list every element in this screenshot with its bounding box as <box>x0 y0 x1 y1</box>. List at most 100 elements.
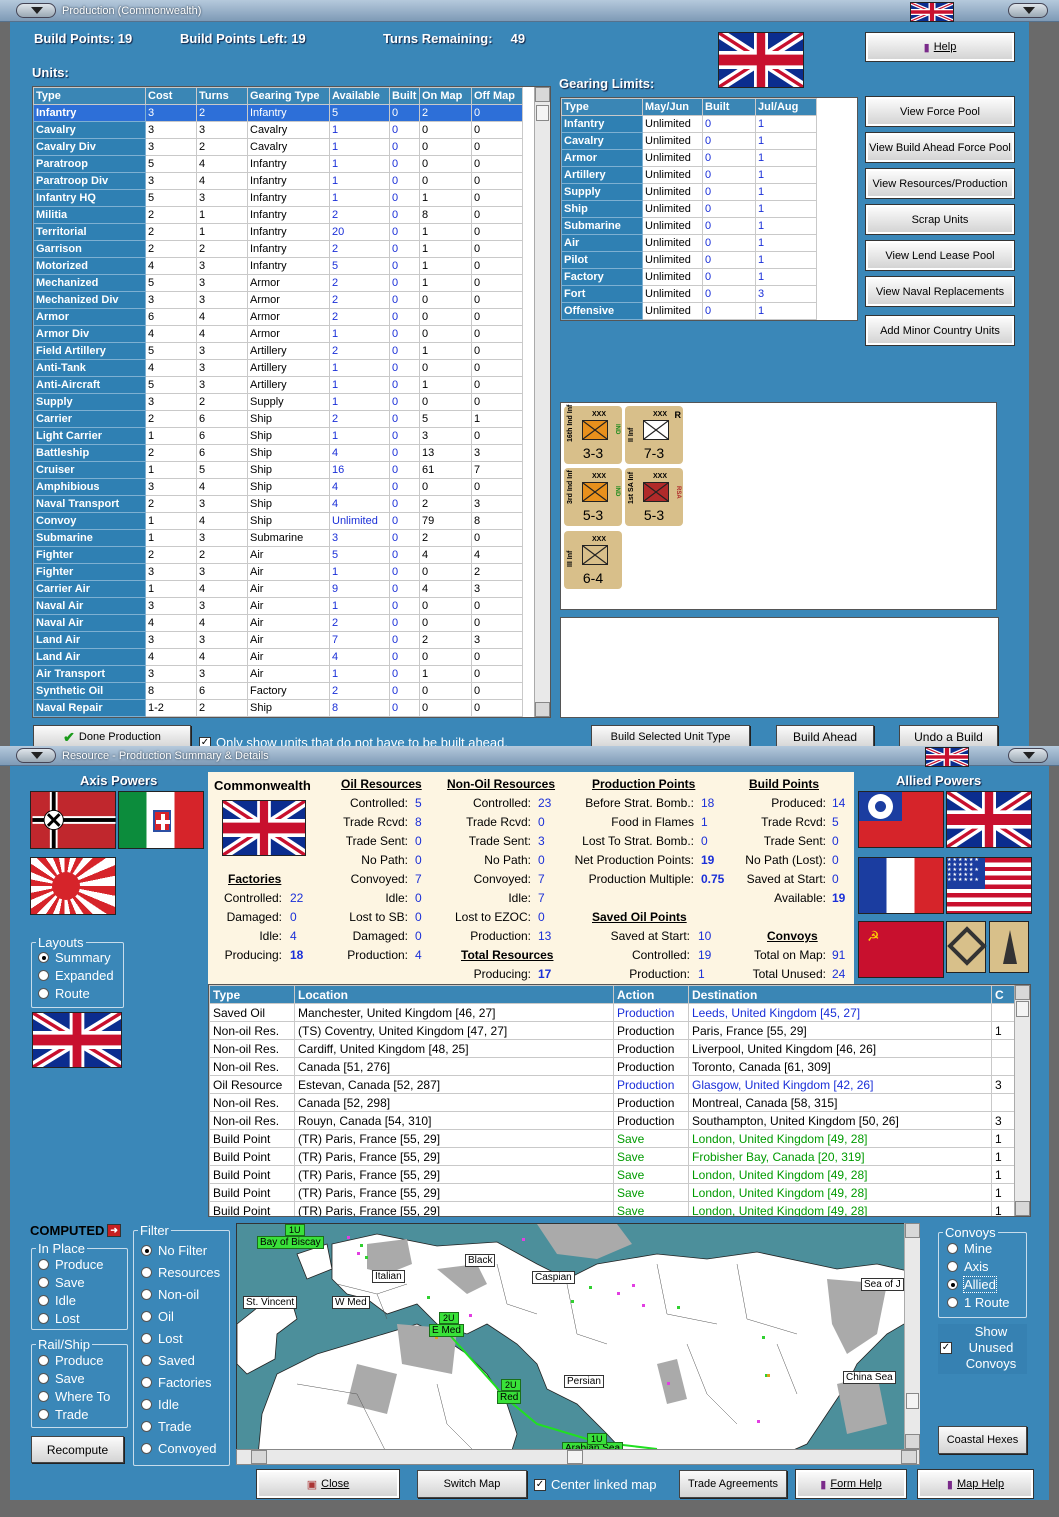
units-col-header[interactable]: Gearing Type <box>247 87 330 105</box>
radio-icon[interactable] <box>38 1313 49 1324</box>
unit-counter[interactable]: XXX 3rd Ind Inf IND 5-3 <box>564 468 622 526</box>
unit-row[interactable]: Armor Div 4 4 Armor 1 0 0 0 <box>33 325 523 343</box>
side-button[interactable]: View Force Pool <box>865 96 1015 127</box>
radio-icon[interactable] <box>38 970 49 981</box>
radio-icon[interactable] <box>141 1333 152 1344</box>
route-col-header[interactable]: Destination <box>688 985 992 1004</box>
trade-agreements-button[interactable]: Trade Agreements <box>679 1470 787 1498</box>
radio-option[interactable]: Idle <box>141 1397 179 1412</box>
bottom-window-titlebar[interactable]: Resource - Production Summary & Details <box>0 746 1059 766</box>
map-label-emed[interactable]: E Med <box>429 1324 464 1337</box>
radio-option[interactable]: Saved <box>141 1353 195 1368</box>
units-col-header[interactable]: Built <box>389 87 420 105</box>
side-button[interactable]: Scrap Units <box>865 204 1015 235</box>
radio-icon[interactable] <box>38 1295 49 1306</box>
unit-row[interactable]: Anti-Aircraft 5 3 Artillery 1 0 1 0 <box>33 376 523 394</box>
radio-icon[interactable] <box>38 1409 49 1420</box>
unit-row[interactable]: Fighter 2 2 Air 5 0 4 4 <box>33 546 523 564</box>
map-scroll-up-icon[interactable] <box>905 1223 920 1238</box>
center-linked-map-checkbox[interactable]: ✓ Center linked map <box>534 1477 657 1492</box>
radio-option[interactable]: 1 Route <box>947 1295 1010 1310</box>
radio-icon[interactable] <box>141 1245 152 1256</box>
unit-row[interactable]: Infantry HQ 5 3 Infantry 1 0 1 0 <box>33 189 523 207</box>
radio-option[interactable]: Trade <box>38 1407 88 1422</box>
side-button[interactable]: View Resources/Production <box>865 168 1015 199</box>
unit-row[interactable]: Naval Air 3 3 Air 1 0 0 0 <box>33 597 523 615</box>
coastal-hexes-button[interactable]: Coastal Hexes <box>938 1426 1027 1454</box>
side-button[interactable]: View Lend Lease Pool <box>865 240 1015 271</box>
top-window-titlebar[interactable]: Production (Commonwealth) <box>0 0 1059 22</box>
route-row[interactable]: Build Point (TR) Paris, France [55, 29] Sa… <box>209 1183 1016 1202</box>
map-label-biscay[interactable]: Bay of Biscay <box>257 1236 324 1249</box>
collapse-button[interactable] <box>1008 3 1048 18</box>
unit-row[interactable]: Land Air 4 4 Air 4 0 0 0 <box>33 648 523 666</box>
unit-row[interactable]: Supply 3 2 Supply 1 0 0 0 <box>33 393 523 411</box>
route-row[interactable]: Build Point (TR) Paris, France [55, 29] Sa… <box>209 1129 1016 1148</box>
china-flag-icon[interactable] <box>858 791 944 848</box>
units-col-header[interactable]: Type <box>33 87 146 105</box>
map-label-persian[interactable]: Persian <box>564 1375 604 1388</box>
unit-row[interactable]: Amphibious 3 4 Ship 4 0 0 0 <box>33 478 523 496</box>
unit-row[interactable]: Motorized 4 3 Infantry 5 0 1 0 <box>33 257 523 275</box>
map-canvas[interactable] <box>237 1224 920 1465</box>
uk-flag-icon[interactable] <box>946 791 1032 848</box>
radio-icon[interactable] <box>38 1391 49 1402</box>
unit-row[interactable]: Field Artillery 5 3 Artillery 2 0 1 0 <box>33 342 523 360</box>
unit-row[interactable]: Anti-Tank 4 3 Artillery 1 0 0 0 <box>33 359 523 377</box>
convoy-marker[interactable]: 1U <box>285 1224 305 1236</box>
radio-icon[interactable] <box>947 1279 958 1290</box>
route-row[interactable]: Non-oil Res. Cardiff, United Kingdom [48,… <box>209 1039 1016 1058</box>
map-help-button[interactable]: ▮ Map Help <box>917 1469 1034 1499</box>
checkbox-checked-icon-3[interactable]: ✓ <box>534 1478 546 1491</box>
radio-option[interactable]: Lost <box>38 1311 80 1326</box>
side-button[interactable]: View Build Ahead Force Pool <box>865 132 1015 163</box>
radio-icon[interactable] <box>38 1373 49 1384</box>
scroll-thumb-2[interactable] <box>1016 1001 1029 1017</box>
route-row[interactable]: Non-oil Res. Rouyn, Canada [54, 310] Produ… <box>209 1111 1016 1130</box>
unit-row[interactable]: Mechanized 5 3 Armor 2 0 1 0 <box>33 274 523 292</box>
radio-option[interactable]: Where To <box>38 1389 110 1404</box>
radio-option[interactable]: Lost <box>141 1331 183 1346</box>
radio-icon[interactable] <box>947 1261 958 1272</box>
route-col-header[interactable]: Location <box>294 985 614 1004</box>
convoy-marker[interactable]: 2U <box>439 1312 459 1324</box>
map-label-wmed[interactable]: W Med <box>332 1296 370 1309</box>
routes-table[interactable]: Type Location Action Destination C Saved Oil… <box>208 984 1031 1217</box>
unit-row[interactable]: Militia 2 1 Infantry 2 0 8 0 <box>33 206 523 224</box>
scroll-thumb[interactable] <box>536 105 549 121</box>
minimize-button[interactable] <box>16 3 56 18</box>
radio-option[interactable]: Save <box>38 1371 85 1386</box>
form-help-button[interactable]: ▮ Form Help <box>795 1469 907 1499</box>
mining-icon[interactable] <box>946 921 987 973</box>
convoy-marker[interactable]: 2U <box>501 1379 521 1391</box>
side-button[interactable]: View Naval Replacements <box>865 276 1015 307</box>
help-button[interactable]: ▮ Help <box>865 32 1015 62</box>
route-row[interactable]: Build Point (TR) Paris, France [55, 29] Sa… <box>209 1147 1016 1166</box>
france-flag-icon[interactable] <box>858 857 944 914</box>
unit-row[interactable]: Cavalry 3 3 Cavalry 1 0 0 0 <box>33 121 523 139</box>
unit-row[interactable]: Air Transport 3 3 Air 1 0 1 0 <box>33 665 523 683</box>
unit-counter[interactable]: XXX III Inf 6-4 <box>564 531 622 589</box>
map-label-caspian[interactable]: Caspian <box>532 1271 575 1284</box>
route-row[interactable]: Non-oil Res. (TS) Coventry, United Kingdo… <box>209 1021 1016 1040</box>
unit-row[interactable]: Light Carrier 1 6 Ship 1 0 3 0 <box>33 427 523 445</box>
route-row[interactable]: Build Point (TR) Paris, France [55, 29] Sa… <box>209 1201 1016 1216</box>
route-row[interactable]: Saved Oil Manchester, United Kingdom [46,… <box>209 1003 1016 1022</box>
radio-icon[interactable] <box>141 1355 152 1366</box>
unit-row[interactable]: Territorial 2 1 Infantry 20 0 1 0 <box>33 223 523 241</box>
unit-row[interactable]: Carrier 2 6 Ship 2 0 5 1 <box>33 410 523 428</box>
unit-row[interactable]: Naval Transport 2 3 Ship 4 0 2 3 <box>33 495 523 513</box>
unit-row[interactable]: Garrison 2 2 Infantry 2 0 1 0 <box>33 240 523 258</box>
radio-icon[interactable] <box>141 1377 152 1388</box>
unit-counter[interactable]: XXX II Inf R 7-3 <box>625 406 683 464</box>
unit-counters-panel[interactable]: XXX 16th Ind Inf IND 3-3 XXX II Inf R 7-3 XXX 3rd… <box>560 402 997 610</box>
radio-icon[interactable] <box>38 988 49 999</box>
scroll-down-icon[interactable] <box>535 702 550 717</box>
show-unused-convoys[interactable]: ✓ Show Unused Convoys <box>938 1324 1027 1374</box>
units-col-header[interactable]: Off Map <box>471 87 523 105</box>
routes-scrollbar[interactable] <box>1014 985 1030 1216</box>
units-col-header[interactable]: Cost <box>145 87 197 105</box>
unit-row[interactable]: Paratroop Div 3 4 Infantry 1 0 0 0 <box>33 172 523 190</box>
units-table[interactable]: Type Cost Turns Gearing Type Available Built O… <box>32 86 551 718</box>
radio-option[interactable]: Produce <box>38 1353 103 1368</box>
